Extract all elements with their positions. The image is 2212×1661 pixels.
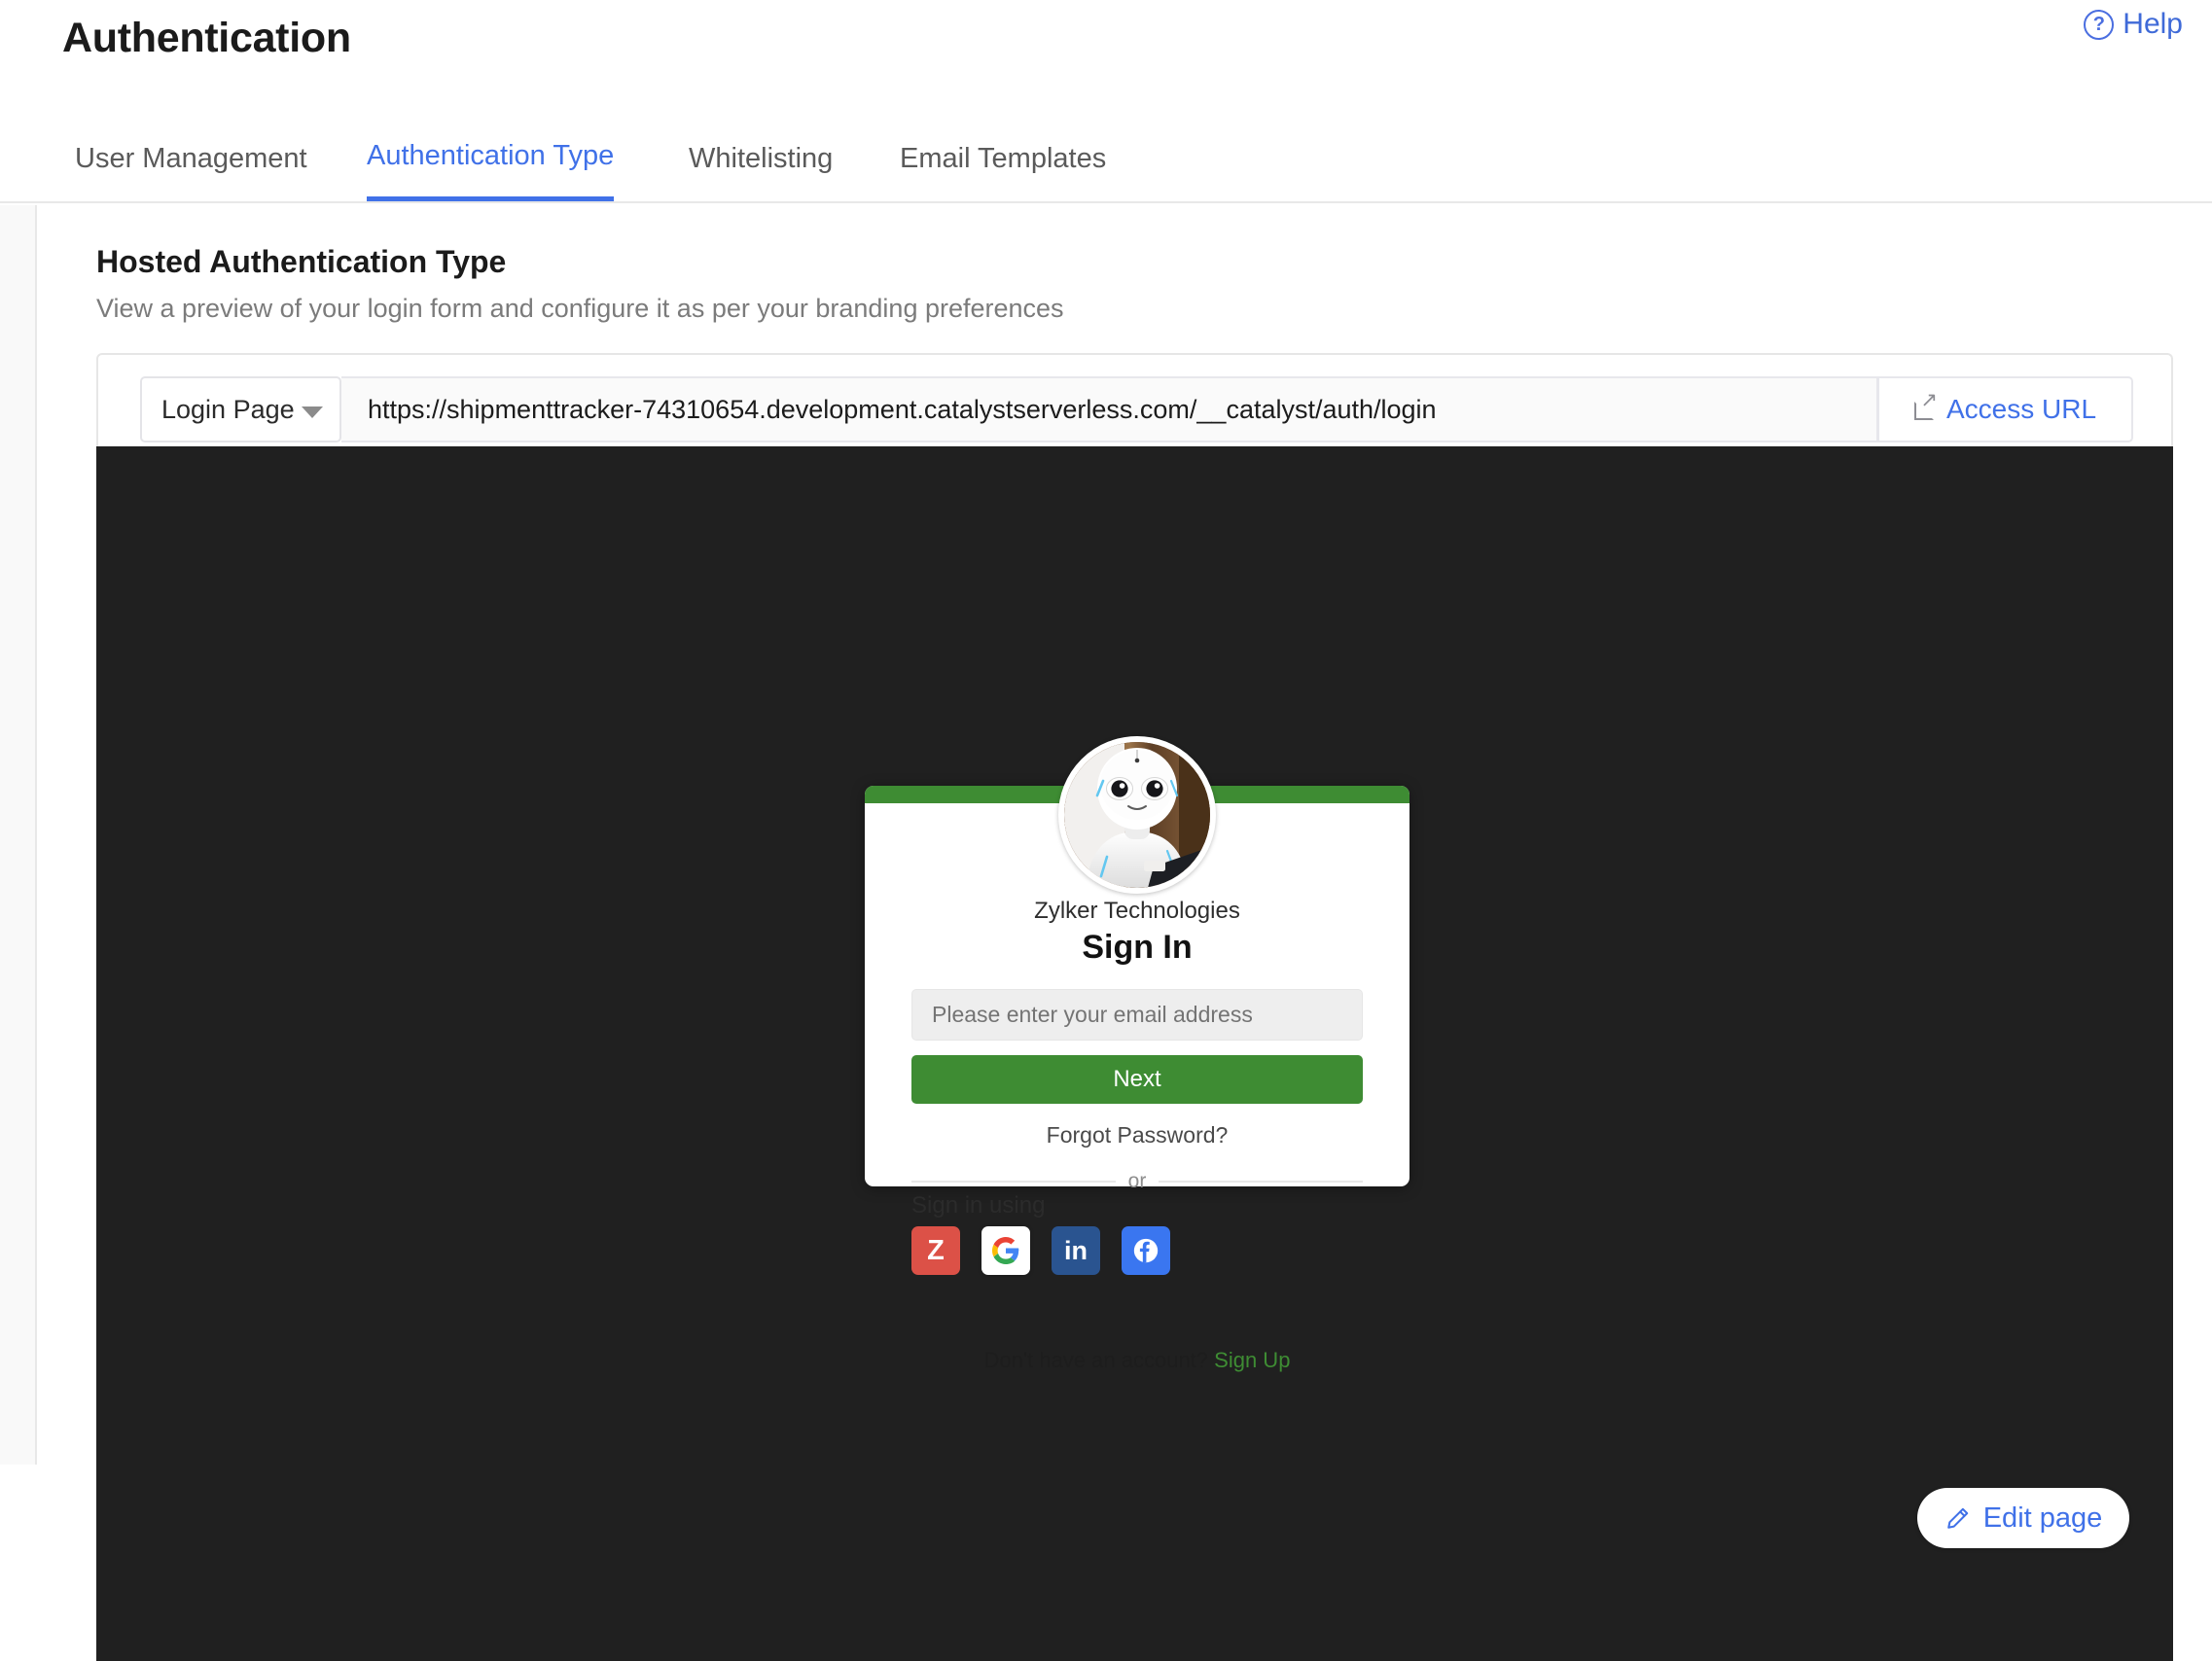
question-circle-icon: ? bbox=[2084, 9, 2115, 40]
edit-page-button[interactable]: Edit page bbox=[1917, 1488, 2129, 1548]
page-title: Authentication bbox=[62, 15, 351, 61]
login-preview-stage: Zylker Technologies Sign In Next Forgot … bbox=[96, 446, 2173, 1661]
email-field[interactable] bbox=[911, 989, 1363, 1041]
next-button[interactable]: Next bbox=[911, 1055, 1363, 1104]
social-login-row: Z in bbox=[911, 1226, 1170, 1275]
url-panel: Login Page https://shipmenttracker-74310… bbox=[96, 353, 2173, 446]
or-divider: or bbox=[911, 1170, 1363, 1193]
pencil-icon bbox=[1944, 1504, 1972, 1532]
signup-prompt-text: Don't have an account? bbox=[983, 1348, 1209, 1372]
help-label: Help bbox=[2123, 8, 2183, 40]
signup-prompt: Don't have an account? Sign Up bbox=[865, 1348, 1409, 1373]
login-card: Zylker Technologies Sign In Next Forgot … bbox=[865, 736, 1409, 1372]
facebook-icon bbox=[1133, 1238, 1159, 1263]
edit-page-label: Edit page bbox=[1982, 1502, 2103, 1534]
tab-user-management[interactable]: User Management bbox=[75, 122, 307, 201]
linkedin-icon: in bbox=[1064, 1235, 1088, 1265]
signin-title: Sign In bbox=[1082, 929, 1193, 966]
section-title: Hosted Authentication Type bbox=[96, 244, 507, 279]
url-field[interactable]: https://shipmenttracker-74310654.develop… bbox=[341, 376, 1878, 442]
divider-line-right bbox=[1159, 1181, 1363, 1183]
page-select-value: Login Page bbox=[161, 394, 295, 424]
linkedin-signin-button[interactable]: in bbox=[1052, 1226, 1100, 1275]
zoho-signin-button[interactable]: Z bbox=[911, 1226, 960, 1275]
signup-link[interactable]: Sign Up bbox=[1214, 1348, 1290, 1372]
divider-line-left bbox=[911, 1181, 1116, 1183]
tab-whitelisting[interactable]: Whitelisting bbox=[689, 122, 833, 201]
sign-in-using-label: Sign in using bbox=[911, 1192, 1046, 1219]
access-url-label: Access URL bbox=[1945, 394, 2097, 424]
facebook-signin-button[interactable] bbox=[1122, 1226, 1170, 1275]
external-link-icon bbox=[1913, 390, 1938, 420]
help-link[interactable]: ? Help bbox=[2084, 8, 2183, 41]
tab-email-templates[interactable]: Email Templates bbox=[900, 122, 1106, 201]
org-name: Zylker Technologies bbox=[1034, 898, 1240, 924]
forgot-password-link[interactable]: Forgot Password? bbox=[865, 1122, 1409, 1149]
section-subtitle: View a preview of your login form and co… bbox=[96, 294, 1064, 323]
or-label: or bbox=[1127, 1170, 1147, 1192]
tab-bar: User Management Authentication Type Whit… bbox=[0, 122, 2212, 203]
tab-authentication-type[interactable]: Authentication Type bbox=[367, 122, 615, 201]
google-icon bbox=[992, 1237, 1019, 1264]
google-signin-button[interactable] bbox=[981, 1226, 1030, 1275]
app-header: Authentication ? Help bbox=[0, 0, 2212, 122]
left-rail bbox=[0, 205, 37, 1465]
page-select[interactable]: Login Page bbox=[140, 376, 341, 442]
url-value: https://shipmenttracker-74310654.develop… bbox=[368, 394, 1437, 424]
avatar bbox=[1058, 736, 1216, 894]
zoho-icon: Z bbox=[927, 1234, 945, 1266]
access-url-button[interactable]: Access URL bbox=[1877, 376, 2133, 442]
main-content: Hosted Authentication Type View a previe… bbox=[39, 205, 2212, 1661]
robot-profile-photo bbox=[1064, 742, 1210, 888]
chevron-down-icon bbox=[302, 406, 323, 418]
